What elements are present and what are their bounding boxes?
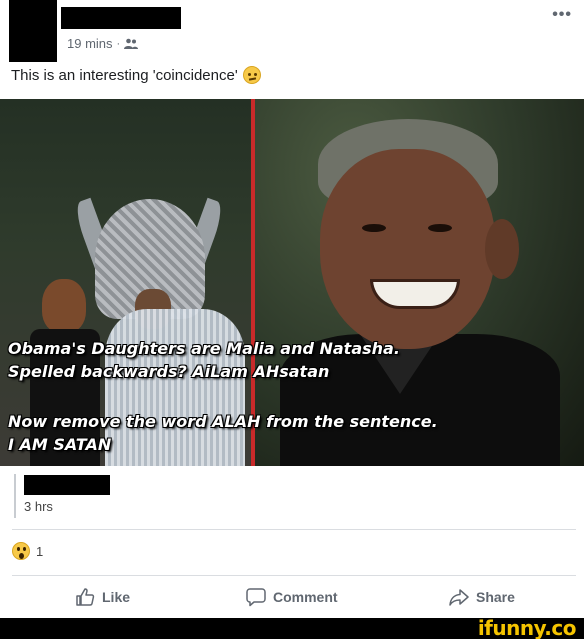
post-text-content: This is an interesting 'coincidence' (11, 66, 238, 84)
comment-button[interactable]: Comment (246, 587, 338, 607)
meme-caption-line-4: I AM SATAN (8, 435, 112, 454)
avatar[interactable] (9, 0, 57, 62)
comment: 3 hrs (0, 466, 584, 528)
ifunny-watermark: ifunny.co (477, 616, 577, 639)
friends-icon (124, 38, 139, 49)
post-header: 19 mins · ••• (0, 0, 584, 64)
comment-bubble-icon (246, 588, 266, 607)
reactions-summary[interactable]: 1 (12, 542, 43, 560)
divider (12, 529, 576, 530)
commenter-name-redacted[interactable] (24, 475, 110, 495)
thinking-face-icon (242, 66, 261, 84)
meme-left-photo (0, 99, 251, 466)
share-label: Share (476, 589, 515, 605)
post-time[interactable]: 19 mins (67, 36, 113, 51)
comment-thread-line (14, 474, 16, 518)
action-bar: Like Comment Share (0, 583, 584, 613)
reaction-count: 1 (36, 543, 44, 559)
meme-image[interactable]: Obama's Daughters are Malia and Natasha.… (0, 99, 584, 466)
post-meta: 19 mins · (67, 36, 139, 51)
comment-label: Comment (273, 589, 338, 605)
post-text: This is an interesting 'coincidence' (11, 66, 261, 84)
like-button[interactable]: Like (75, 587, 130, 607)
author-name-redacted[interactable] (61, 7, 181, 29)
meme-caption-line-3: Now remove the word ALAH from the senten… (8, 412, 438, 431)
watermark-bar: ifunny.co (0, 618, 584, 639)
like-label: Like (102, 589, 131, 605)
share-arrow-icon (449, 589, 469, 606)
share-button[interactable]: Share (449, 587, 515, 607)
meta-separator: · (116, 37, 121, 50)
wow-reaction-icon (12, 542, 30, 560)
meme-caption-line-1: Obama's Daughters are Malia and Natasha. (8, 339, 400, 358)
more-options-icon[interactable]: ••• (552, 6, 572, 24)
comment-time[interactable]: 3 hrs (24, 499, 53, 514)
meme-caption-line-2: Spelled backwards? AiLam AHsatan (8, 362, 330, 381)
thumbs-up-icon (76, 588, 95, 606)
divider (12, 575, 576, 576)
